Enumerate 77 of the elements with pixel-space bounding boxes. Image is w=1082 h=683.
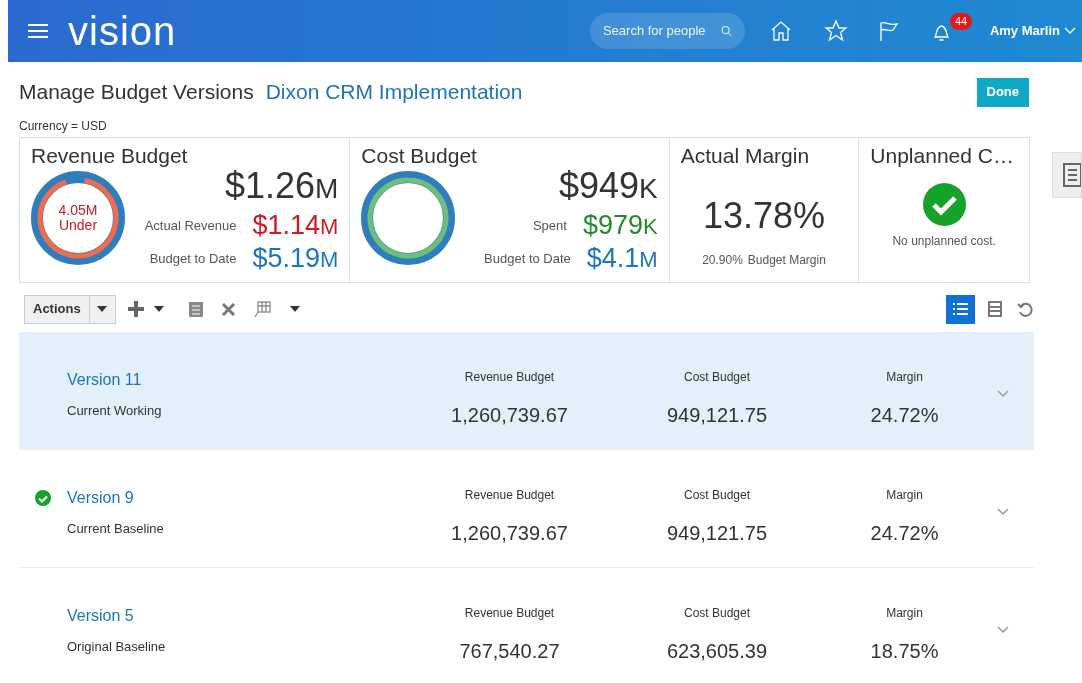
card-title: Revenue Budget [31,143,189,169]
total-value: $1.26M [224,167,339,208]
column-value: 949,121.75 [666,403,768,428]
metric-label: Budget to Date [149,250,237,269]
column-label: Margin [886,369,923,386]
dropdown-icon[interactable] [289,306,300,312]
version-link[interactable]: Version 9 [67,486,134,510]
column-value: 623,605.39 [666,639,768,664]
actions-menu-button[interactable]: Actions [24,294,116,324]
column-value: 767,540.27 [459,639,560,664]
list-view-button[interactable] [946,294,975,324]
chevron-down-icon[interactable] [997,390,1009,398]
card-title: Actual Margin [680,143,811,169]
delete-icon[interactable] [220,301,236,317]
metric-label: Budget to Date [484,250,571,269]
column-label: Margin [886,487,923,504]
page-title: Manage Budget Versions [19,79,254,106]
column-value: 18.75% [870,639,939,664]
column-value: 24.72% [870,403,939,428]
card-title: Cost Budget [361,143,478,169]
column-value: 949,121.75 [666,521,768,546]
metric-value: $4.1M [586,244,658,274]
budget-margin-label: Budget Margin [747,252,826,269]
version-link[interactable]: Version 11 [67,368,142,392]
document-icon [1063,163,1081,187]
done-button[interactable]: Done [976,77,1029,107]
column-label: Cost Budget [683,487,750,504]
search-input[interactable]: Search for people [602,21,713,41]
app-logo[interactable]: vision [68,11,177,51]
side-panel-tab[interactable] [1052,152,1082,198]
user-menu[interactable]: Amy Marlin [989,21,1076,41]
version-link[interactable]: Version 5 [67,604,134,628]
version-status: Current Baseline [67,520,164,538]
version-status: Original Baseline [67,638,166,656]
budget-margin-value: 20.90% [702,252,743,269]
column-value: 1,260,739.67 [451,521,568,546]
check-circle-icon [922,183,966,226]
column-value: 1,260,739.67 [451,403,568,428]
metric-value: $1.14M [252,211,339,241]
search-field[interactable]: Search for people [589,13,745,49]
column-label: Revenue Budget [464,369,555,386]
notification-badge: 44 [949,13,973,30]
dropdown-icon[interactable] [153,306,164,312]
copy-icon[interactable] [187,300,204,318]
menu-icon[interactable] [28,23,48,39]
margin-value: 13.78% [702,194,826,238]
version-status: Current Working [67,402,162,420]
ring-label: 4.05M Under [58,203,98,233]
chevron-down-icon[interactable] [997,508,1009,516]
column-value: 24.72% [870,521,939,546]
flag-icon[interactable] [877,20,900,42]
home-icon[interactable] [769,20,792,42]
card-title: Unplanned C… [870,143,1015,169]
metric-label: Spent [532,217,567,236]
add-icon[interactable] [127,301,144,317]
unplanned-message: No unplanned cost. [892,233,996,250]
dropdown-icon [97,306,108,312]
column-label: Margin [886,605,923,622]
refresh-icon[interactable] [1017,300,1034,318]
chevron-down-icon[interactable] [997,626,1009,634]
column-label: Revenue Budget [464,605,555,622]
total-value: $949K [558,167,658,208]
bell-icon[interactable] [933,22,949,42]
metric-value: $979K [582,211,658,241]
table-export-icon[interactable] [252,300,271,318]
currency-label: Currency = USD [19,118,108,135]
list-icon [953,303,968,315]
column-label: Cost Budget [683,369,750,386]
metric-label: Actual Revenue [144,217,237,236]
chevron-down-icon [1064,27,1076,35]
metric-value: $5.19M [252,244,339,274]
column-label: Revenue Budget [464,487,555,504]
project-link[interactable]: Dixon CRM Implementation [265,76,523,108]
version-row[interactable]: Version 11 Current Working Revenue Budget 1,260,739.67 Cost Budget 949,121.75 Margin 24.72% [19,332,1034,450]
star-icon[interactable] [823,19,848,43]
column-label: Cost Budget [683,605,750,622]
table-icon [987,301,1002,317]
